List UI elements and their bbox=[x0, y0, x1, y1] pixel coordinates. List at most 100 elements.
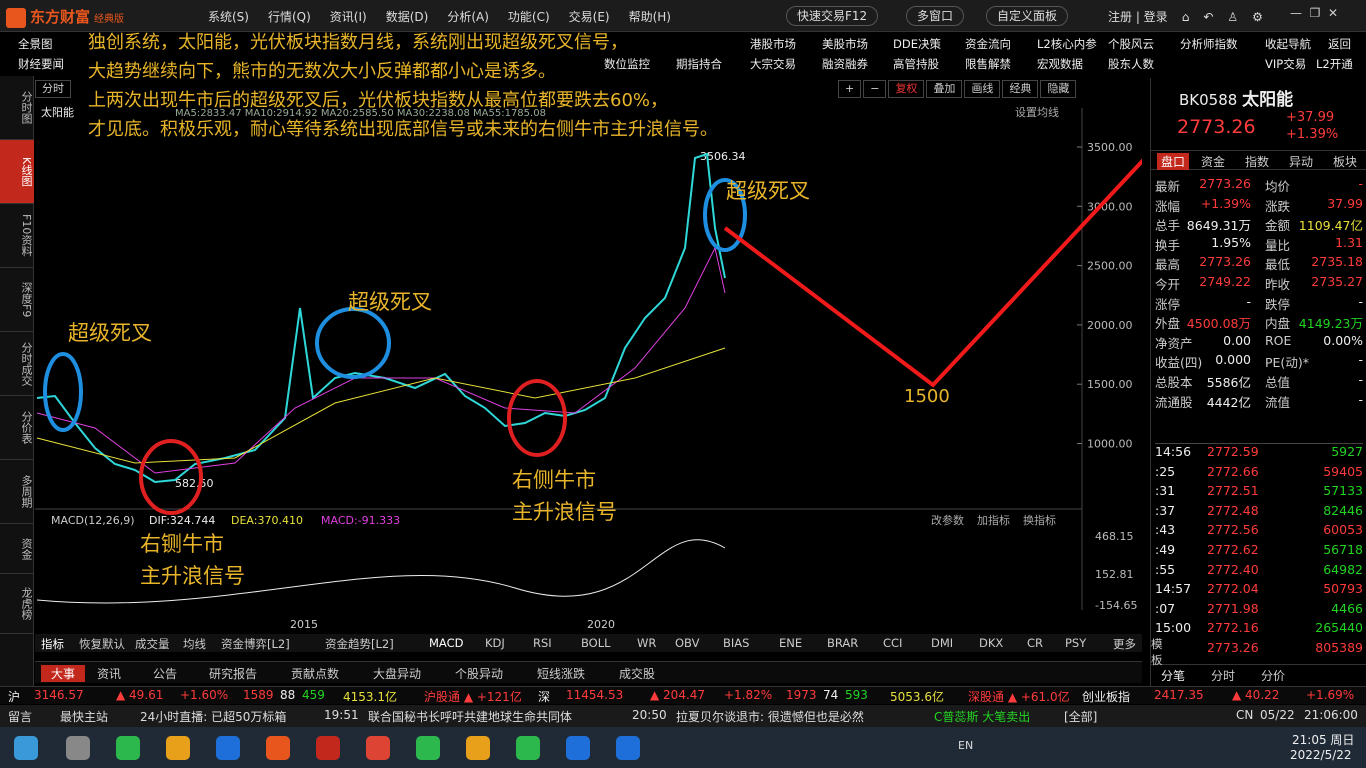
indicator-tab[interactable]: BIAS bbox=[723, 636, 749, 650]
quote-tab-1[interactable]: 资金 bbox=[1201, 153, 1225, 170]
tab-kline[interactable]: K线图 bbox=[0, 140, 34, 204]
tab-timeline[interactable]: 分时图 bbox=[0, 76, 34, 140]
custom-board-button[interactable]: 自定义面板 bbox=[986, 6, 1069, 26]
login-link[interactable]: 注册 | 登录 bbox=[1108, 8, 1168, 25]
menu-system[interactable]: 系统(S) bbox=[208, 8, 249, 25]
close-icon[interactable]: ✕ bbox=[1328, 6, 1338, 20]
message-link[interactable]: 留言 bbox=[8, 708, 32, 725]
eastmoney-taskbar-icon[interactable] bbox=[266, 736, 290, 760]
app-icon-11[interactable] bbox=[566, 736, 590, 760]
tab-depth[interactable]: 深度F9 bbox=[0, 268, 34, 332]
tab-fund[interactable]: 资金 bbox=[0, 524, 34, 574]
news-tab[interactable]: 大盘异动 bbox=[373, 665, 421, 682]
news-tab[interactable]: 公告 bbox=[153, 665, 177, 682]
chart-tab-timeline[interactable]: 分时 bbox=[35, 80, 71, 98]
maximize-icon[interactable]: ❐ bbox=[1310, 6, 1321, 20]
wechat-icon[interactable] bbox=[416, 736, 440, 760]
shirt-icon[interactable]: ♙ bbox=[1227, 10, 1238, 24]
nav-l2-open[interactable]: L2开通 bbox=[1316, 56, 1353, 72]
quote-tab-3[interactable]: 异动 bbox=[1289, 153, 1313, 170]
tab-ticks[interactable]: 分笔 bbox=[1161, 667, 1185, 684]
windows-start-icon[interactable] bbox=[14, 736, 38, 760]
indicator-tab[interactable]: CCI bbox=[883, 636, 902, 650]
indicator-tab[interactable]: KDJ bbox=[485, 636, 505, 650]
menu-analysis[interactable]: 分析(A) bbox=[447, 8, 489, 25]
quote-tab-0[interactable]: 盘口 bbox=[1157, 153, 1190, 170]
app-icon-12[interactable] bbox=[616, 736, 640, 760]
nav-macro[interactable]: 宏观数据 bbox=[1037, 56, 1083, 72]
quick-trade-button[interactable]: 快速交易F12 bbox=[786, 6, 879, 26]
indicator-tab[interactable]: 模板 bbox=[1151, 636, 1163, 668]
news-tab[interactable]: 资讯 bbox=[97, 665, 121, 682]
nav-exec-hold[interactable]: 高管持股 bbox=[893, 56, 939, 72]
nav-block-trade[interactable]: 大宗交易 bbox=[750, 56, 796, 72]
app-icon-2[interactable] bbox=[116, 736, 140, 760]
indicator-tab[interactable]: 指标 bbox=[41, 636, 64, 652]
nav-stock[interactable]: 个股风云 bbox=[1108, 36, 1154, 52]
zoom-in-button[interactable]: + bbox=[838, 80, 862, 98]
nav-collapse[interactable]: 收起导航 bbox=[1265, 36, 1311, 52]
news-tab[interactable]: 研究报告 bbox=[209, 665, 257, 682]
taskbar-date[interactable]: 2022/5/22 bbox=[1290, 748, 1352, 762]
menu-function[interactable]: 功能(C) bbox=[508, 8, 550, 25]
app-icon-9[interactable] bbox=[466, 736, 490, 760]
nav-l2[interactable]: L2核心内参 bbox=[1037, 36, 1097, 52]
nav-hk-market[interactable]: 港股市场 bbox=[750, 36, 796, 52]
app-icon-7[interactable] bbox=[366, 736, 390, 760]
zoom-out-button[interactable]: − bbox=[863, 80, 887, 98]
news-tab[interactable]: 贡献点数 bbox=[291, 665, 339, 682]
app-icon-6[interactable] bbox=[316, 736, 340, 760]
indicator-tab[interactable]: BRAR bbox=[827, 636, 858, 650]
nav-panorama[interactable]: 全景图 bbox=[18, 36, 53, 52]
multi-window-button[interactable]: 多窗口 bbox=[906, 6, 965, 26]
input-lang[interactable]: EN bbox=[958, 739, 973, 752]
back-icon[interactable]: ↶ bbox=[1203, 10, 1213, 24]
tab-multi-period[interactable]: 多周期 bbox=[0, 460, 34, 524]
nav-dde[interactable]: DDE决策 bbox=[893, 36, 941, 52]
tab-f10[interactable]: F10资料 bbox=[0, 204, 34, 268]
draw-button[interactable]: 画线 bbox=[964, 80, 1001, 98]
quote-tab-4[interactable]: 板块 bbox=[1333, 153, 1357, 170]
news-tab[interactable]: 短线涨跌 bbox=[537, 665, 585, 682]
indicator-tab[interactable]: 资金趋势[L2] bbox=[325, 636, 394, 652]
indicator-tab[interactable]: DKX bbox=[979, 636, 1003, 650]
news-tab[interactable]: 大事 bbox=[41, 665, 86, 682]
settings-icon[interactable]: ⚙ bbox=[1252, 10, 1263, 24]
news-item-2[interactable]: 拉夏贝尔谈退市: 很遗憾但也是必然 bbox=[676, 708, 864, 725]
tab-trades[interactable]: 分时成交 bbox=[0, 332, 34, 396]
indicator-tab[interactable]: ENE bbox=[779, 636, 802, 650]
indicator-tab[interactable]: CR bbox=[1027, 636, 1043, 650]
indicator-tab[interactable]: OBV bbox=[675, 636, 699, 650]
app-icon-4[interactable] bbox=[216, 736, 240, 760]
tab-price-table[interactable]: 分价表 bbox=[0, 396, 34, 460]
indicator-tab[interactable]: PSY bbox=[1065, 636, 1086, 650]
nav-news[interactable]: 财经要闻 bbox=[18, 56, 64, 72]
menu-trade[interactable]: 交易(E) bbox=[569, 8, 610, 25]
adjust-button[interactable]: 复权 bbox=[888, 80, 925, 98]
tab-dragon[interactable]: 龙虎榜 bbox=[0, 574, 34, 634]
quote-tab-2[interactable]: 指数 bbox=[1245, 153, 1269, 170]
nav-vip[interactable]: VIP交易 bbox=[1265, 56, 1306, 72]
hide-button[interactable]: 隐藏 bbox=[1040, 80, 1077, 98]
minimize-icon[interactable]: — bbox=[1290, 6, 1302, 20]
tab-minute[interactable]: 分时 bbox=[1211, 667, 1235, 684]
app-icon-3[interactable] bbox=[166, 736, 190, 760]
nav-margin[interactable]: 融资融券 bbox=[822, 56, 868, 72]
news-tab[interactable]: 成交股 bbox=[619, 665, 655, 682]
home-icon[interactable]: ⌂ bbox=[1182, 10, 1190, 24]
news-item-1[interactable]: 联合国秘书长呼吁共建地球生命共同体 bbox=[368, 708, 572, 725]
nav-back[interactable]: 返回 bbox=[1328, 36, 1351, 52]
indicator-tab[interactable]: 成交量 bbox=[135, 636, 170, 652]
menu-quotes[interactable]: 行情(Q) bbox=[268, 8, 311, 25]
app-icon-10[interactable] bbox=[516, 736, 540, 760]
nav-analyst[interactable]: 分析师指数 bbox=[1180, 36, 1238, 52]
live-news[interactable]: 24小时直播: 已超50万标箱 bbox=[140, 708, 286, 725]
menu-info[interactable]: 资讯(I) bbox=[330, 8, 367, 25]
nav-fund-flow[interactable]: 资金流向 bbox=[965, 36, 1011, 52]
all-button[interactable]: [全部] bbox=[1064, 708, 1097, 725]
overlay-button[interactable]: 叠加 bbox=[926, 80, 963, 98]
indicator-tab[interactable]: MACD bbox=[429, 636, 463, 650]
news-tab[interactable]: 个股异动 bbox=[455, 665, 503, 682]
indicator-tab[interactable]: 恢复默认 bbox=[79, 636, 125, 652]
app-icon-1[interactable] bbox=[66, 736, 90, 760]
